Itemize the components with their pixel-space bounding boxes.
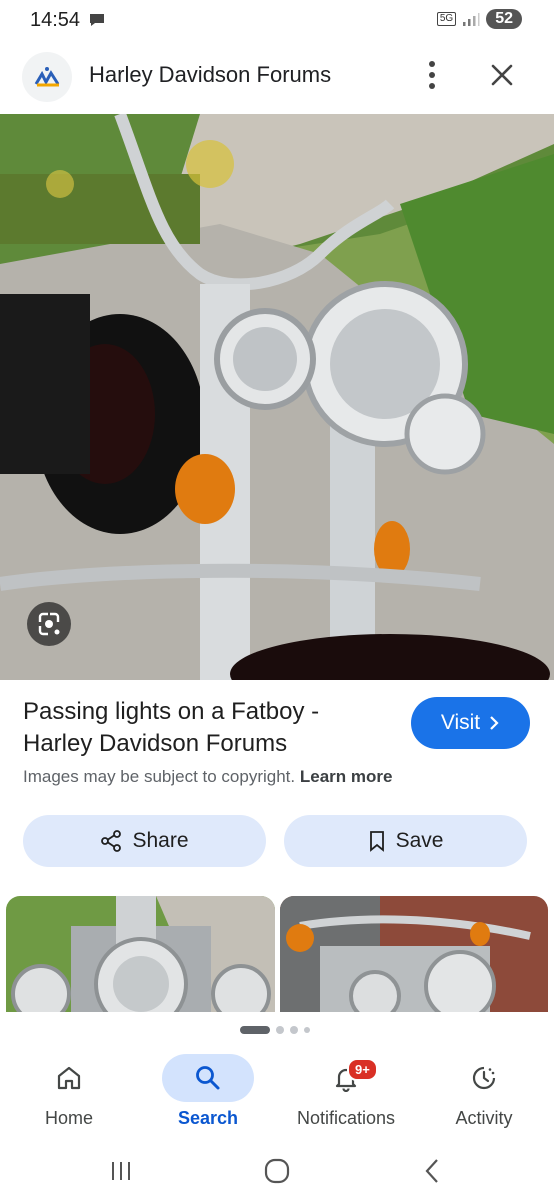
battery-level: 52	[486, 9, 522, 29]
save-button[interactable]: Save	[284, 815, 527, 867]
network-type-icon: 5G	[436, 12, 457, 26]
visit-button[interactable]: Visit	[411, 697, 530, 749]
share-button[interactable]: Share	[23, 815, 266, 867]
main-result-image[interactable]	[0, 114, 554, 680]
activity-icon	[472, 1066, 496, 1090]
home-icon	[57, 1066, 81, 1090]
harley-davidson-forums-logo	[22, 52, 72, 102]
save-label: Save	[395, 829, 444, 852]
close-icon[interactable]	[487, 60, 517, 90]
status-bar: 14:54 5G 52	[0, 0, 554, 44]
motorcycle-photo	[0, 114, 554, 680]
notification-badge: 9+	[347, 1058, 378, 1081]
more-vert-icon[interactable]	[420, 58, 444, 92]
nav-label: Home	[44, 1108, 93, 1128]
bookmark-icon	[369, 831, 384, 852]
signal-icon	[463, 13, 480, 26]
visit-label: Visit	[440, 711, 481, 734]
carousel-dot	[304, 1027, 310, 1033]
related-image-thumbnail[interactable]	[280, 896, 548, 1012]
status-icons: 5G 52	[436, 9, 522, 29]
google-lens-button[interactable]	[27, 602, 71, 646]
copyright-notice: Images may be subject to copyright. Lear…	[23, 767, 392, 787]
nav-home[interactable]: Home	[0, 1046, 138, 1142]
site-logo-icon	[34, 67, 60, 87]
learn-more-link[interactable]: Learn more	[300, 767, 393, 786]
nav-label: Notifications	[296, 1108, 396, 1128]
chat-notification-icon	[90, 14, 104, 26]
carousel-dot	[290, 1026, 298, 1034]
bottom-navigation: Home Search 9+ Notifications Activity	[0, 1046, 554, 1142]
search-icon	[196, 1066, 220, 1090]
carousel-indicator	[240, 1026, 310, 1034]
app-header: Harley Davidson Forums	[0, 44, 554, 114]
nav-search[interactable]: Search	[139, 1046, 277, 1142]
share-label: Share	[132, 829, 189, 852]
page-title: Harley Davidson Forums	[89, 62, 332, 87]
nav-label: Search	[177, 1108, 239, 1128]
lens-icon	[38, 612, 60, 636]
nav-activity[interactable]: Activity	[415, 1046, 553, 1142]
share-icon	[101, 830, 122, 852]
nav-label: Activity	[455, 1108, 513, 1128]
related-photo-1	[6, 896, 275, 1012]
carousel-dot-active	[240, 1026, 270, 1034]
related-image-thumbnail[interactable]	[6, 896, 275, 1012]
copyright-text: Images may be subject to copyright.	[23, 767, 296, 786]
result-title[interactable]: Passing lights on a Fatboy - Harley Davi…	[23, 696, 383, 760]
home-button-icon[interactable]	[260, 1154, 294, 1188]
related-photo-2	[280, 896, 548, 1012]
recent-apps-icon[interactable]	[104, 1154, 138, 1188]
status-time: 14:54	[30, 9, 81, 31]
back-icon[interactable]	[416, 1154, 450, 1188]
system-navigation-bar	[0, 1142, 554, 1200]
chevron-right-icon	[490, 716, 499, 730]
carousel-dot	[276, 1026, 284, 1034]
nav-notifications[interactable]: 9+ Notifications	[277, 1046, 415, 1142]
